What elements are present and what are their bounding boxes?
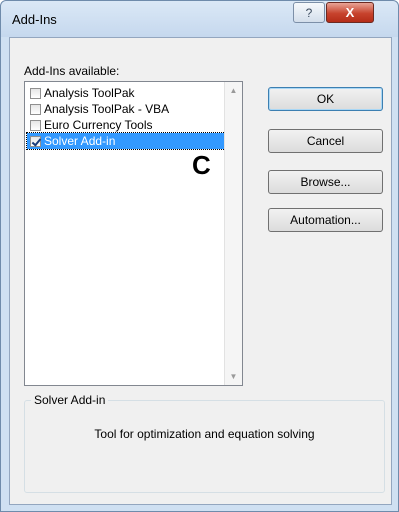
list-item-label: Solver Add-in	[44, 134, 116, 148]
details-title: Solver Add-in	[31, 393, 109, 407]
dialog-title: Add-Ins	[12, 12, 57, 27]
scroll-down-icon[interactable]: ▼	[225, 368, 242, 385]
add-ins-listbox[interactable]: Analysis ToolPak Analysis ToolPak - VBA …	[24, 81, 243, 386]
list-item-solver-add-in[interactable]: Solver Add-in	[26, 132, 240, 150]
list-item-euro-currency-tools[interactable]: Euro Currency Tools	[27, 117, 222, 133]
cancel-button[interactable]: Cancel	[268, 129, 383, 153]
analysis-toolpak-vba-checkbox[interactable]	[30, 103, 41, 115]
add-ins-available-label: Add-Ins available:	[24, 64, 120, 78]
scroll-up-icon[interactable]: ▲	[225, 82, 242, 99]
browse-button[interactable]: Browse...	[268, 170, 383, 194]
list-item-label: Analysis ToolPak	[44, 86, 135, 100]
analysis-toolpak-checkbox[interactable]	[30, 87, 41, 99]
solver-add-in-checkbox[interactable]	[30, 135, 41, 147]
automation-button[interactable]: Automation...	[268, 208, 383, 232]
list-item-label: Euro Currency Tools	[44, 118, 153, 132]
list-item-analysis-toolpak[interactable]: Analysis ToolPak	[27, 85, 222, 101]
listbox-scrollbar[interactable]: ▲ ▼	[224, 82, 242, 385]
details-groupbox: Solver Add-in Tool for optimization and …	[24, 393, 385, 493]
help-button[interactable]: ?	[293, 2, 325, 23]
close-icon: X	[345, 5, 355, 20]
euro-currency-tools-checkbox[interactable]	[30, 119, 41, 131]
list-item-analysis-toolpak-vba[interactable]: Analysis ToolPak - VBA	[27, 101, 222, 117]
details-description: Tool for optimization and equation solvi…	[94, 427, 315, 441]
list-item-label: Analysis ToolPak - VBA	[44, 102, 170, 116]
ok-button[interactable]: OK	[268, 87, 383, 111]
annotation-letter: C	[192, 150, 211, 180]
close-button[interactable]: X	[326, 2, 374, 23]
help-icon: ?	[305, 5, 313, 20]
title-bar[interactable]: Add-Ins ? X	[1, 1, 398, 37]
